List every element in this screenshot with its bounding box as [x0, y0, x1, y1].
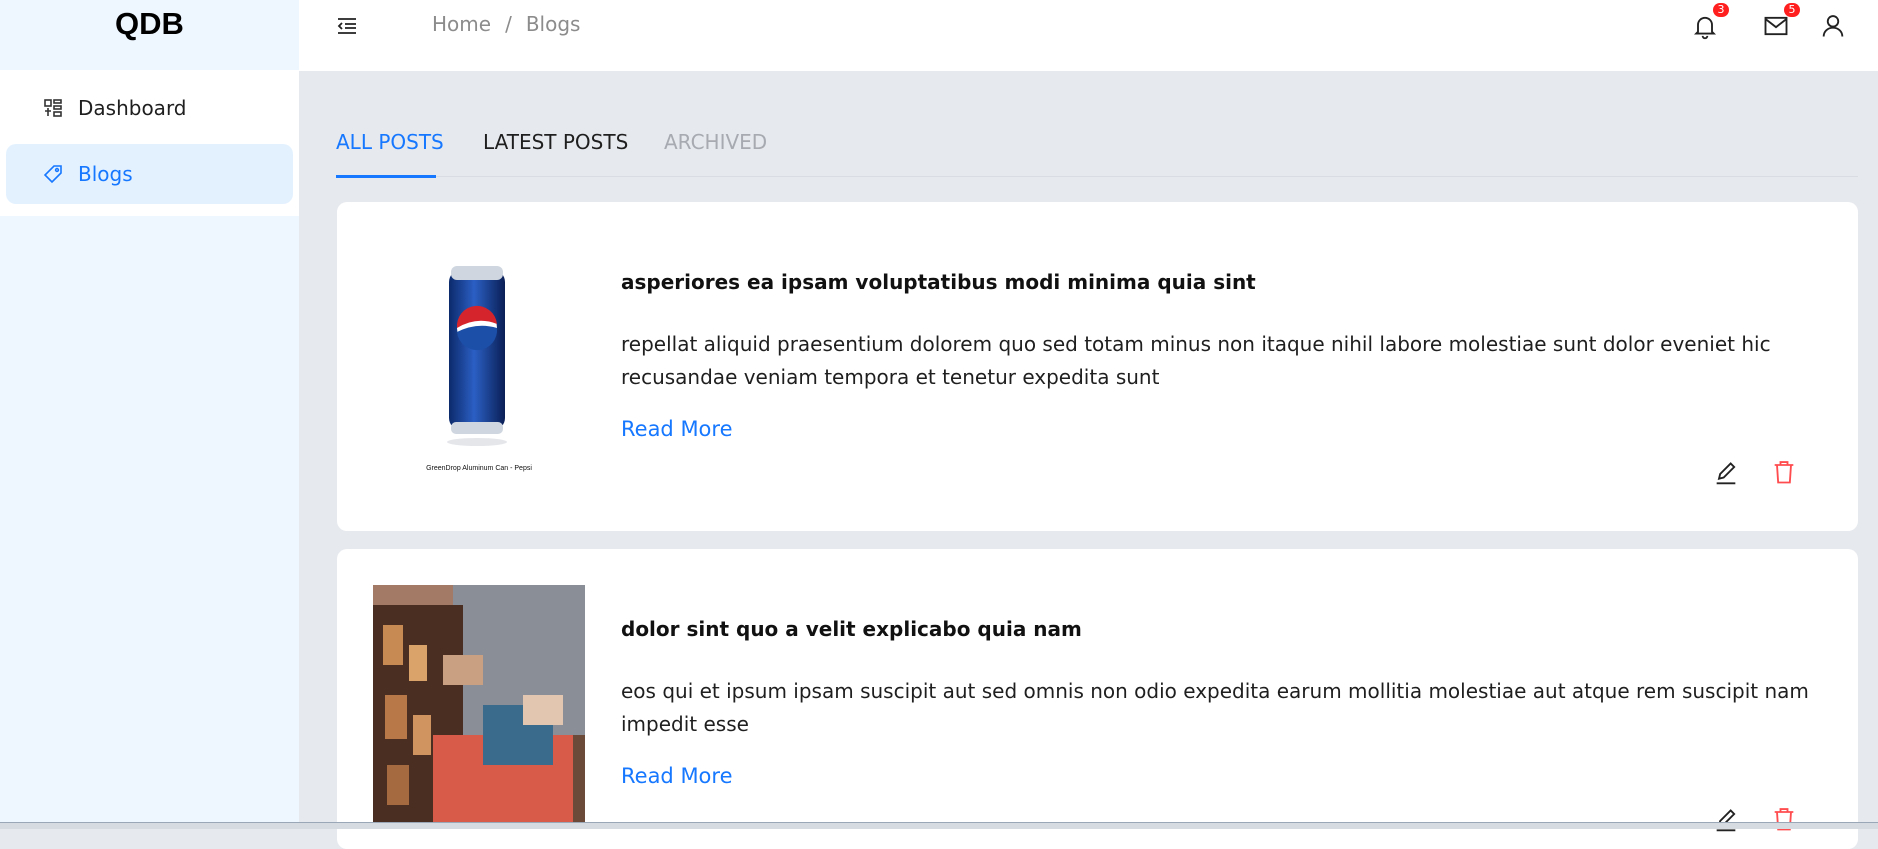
app-logo[interactable]: QDB: [115, 6, 184, 42]
tab-latest-posts[interactable]: LATEST POSTS: [483, 130, 628, 154]
sidebar-item-label: Dashboard: [78, 96, 187, 120]
sidebar-item-blogs[interactable]: Blogs: [6, 144, 293, 204]
tab-label: LATEST POSTS: [483, 130, 629, 154]
delete-icon: [1770, 461, 1798, 490]
edit-icon: [1712, 462, 1740, 492]
logo-area: QDB: [0, 0, 299, 70]
post-title: asperiores ea ipsam voluptatibus modi mi…: [621, 270, 1256, 294]
messages-badge: 5: [1784, 3, 1800, 17]
bell-icon: [1691, 16, 1719, 44]
breadcrumb: Home / Blogs: [432, 12, 580, 36]
image-caption: GreenDrop Aluminum Can - Pepsi: [426, 465, 532, 472]
read-more-link[interactable]: Read More: [621, 764, 733, 788]
post-title: dolor sint quo a velit explicabo quia na…: [621, 617, 1082, 641]
user-icon: [1819, 15, 1847, 44]
read-more-link[interactable]: Read More: [621, 417, 733, 441]
edit-button[interactable]: [1712, 807, 1740, 835]
menu-fold-icon[interactable]: [335, 14, 359, 38]
notifications-badge: 3: [1713, 3, 1729, 17]
tab-label: ARCHIVED: [664, 130, 768, 154]
messages-button[interactable]: 5: [1762, 3, 1800, 40]
post-excerpt: repellat aliquid praesentium dolorem quo…: [621, 332, 1771, 389]
mail-icon: [1762, 16, 1790, 44]
sidebar-item-label: Blogs: [78, 162, 133, 186]
post-excerpt: eos qui et ipsum ipsam suscipit aut sed …: [621, 679, 1809, 736]
tag-icon: [42, 163, 64, 185]
breadcrumb-current: Blogs: [525, 12, 581, 36]
post-tabs: ALL POSTS LATEST POSTS ARCHIVED: [336, 120, 1858, 178]
dashboard-icon: [42, 97, 64, 119]
tab-archived: ARCHIVED: [664, 130, 767, 154]
post-image[interactable]: [373, 585, 585, 825]
breadcrumb-separator: /: [505, 12, 512, 36]
post-card: GreenDrop Aluminum Can - Pepsi asperiore…: [337, 202, 1858, 531]
tab-label: ALL POSTS: [336, 130, 444, 154]
sidebar-item-dashboard[interactable]: Dashboard: [6, 78, 293, 138]
breadcrumb-home[interactable]: Home: [432, 12, 491, 36]
top-header: Home / Blogs 3 5: [299, 0, 1878, 71]
delete-button[interactable]: [1770, 458, 1798, 486]
notifications-button[interactable]: 3: [1691, 3, 1729, 40]
post-image[interactable]: GreenDrop Aluminum Can - Pepsi: [373, 262, 585, 472]
sidebar-menu: Dashboard Blogs: [0, 70, 299, 216]
sidebar: QDB Dashboard Blogs: [0, 0, 299, 828]
post-card: dolor sint quo a velit explicabo quia na…: [337, 549, 1858, 849]
active-tab-indicator: [336, 175, 436, 178]
user-avatar-button[interactable]: [1819, 12, 1847, 40]
tab-all-posts[interactable]: ALL POSTS: [336, 130, 444, 154]
edit-button[interactable]: [1712, 460, 1740, 488]
